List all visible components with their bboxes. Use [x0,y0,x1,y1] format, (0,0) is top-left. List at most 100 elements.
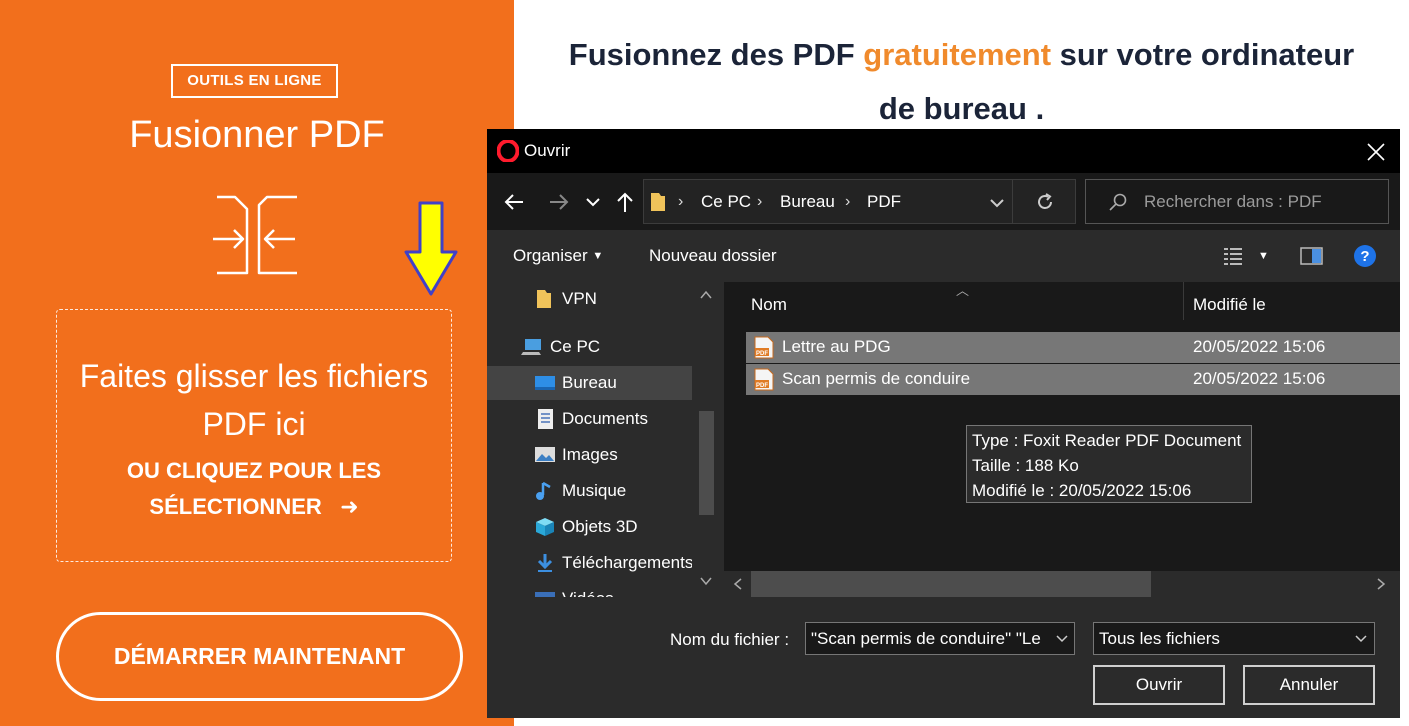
sidebar-item-downloads[interactable]: Téléchargements [487,546,693,580]
refresh-button[interactable] [1012,179,1076,224]
select-files-text-2: SÉLECTIONNER ➜ [57,489,451,525]
sidebar-item-documents[interactable]: Documents [487,402,692,436]
scroll-right-icon[interactable] [1374,577,1388,591]
down-arrow-icon [404,201,458,296]
column-header-name[interactable]: Nom [751,282,787,328]
cancel-button[interactable]: Annuler [1243,665,1375,705]
organize-menu[interactable]: Organiser ▼ [513,246,603,266]
search-input[interactable] [1144,180,1380,223]
sidebar-item-label: Vidéos [562,589,614,597]
breadcrumb-this-pc[interactable]: Ce PC [701,192,751,212]
scrollbar-thumb[interactable] [751,571,1151,597]
file-row[interactable]: PDF Lettre au PDG 20/05/2022 15:06 [746,332,1400,363]
file-modified: 20/05/2022 15:06 [1193,369,1326,388]
sidebar-item-label: VPN [562,289,597,308]
tooltip-type: Type : Foxit Reader PDF Document [972,431,1242,450]
navigation-bar: › Ce PC › Bureau › PDF [487,173,1400,230]
page-headline: Fusionnez des PDF gratuitement sur votre… [514,28,1409,136]
scrollbar-thumb[interactable] [699,411,714,515]
scroll-down-icon[interactable] [699,574,713,588]
breadcrumb-desktop[interactable]: Bureau [780,192,835,212]
back-arrow-icon[interactable] [502,190,526,214]
scroll-left-icon[interactable] [731,577,745,591]
dropdown-caret-icon: ▼ [592,250,604,262]
start-now-button[interactable]: DÉMARRER MAINTENANT [56,612,463,701]
filetype-select[interactable]: Tous les fichiers [1093,622,1375,655]
file-name: Lettre au PDG [782,337,891,356]
up-arrow-icon[interactable] [613,190,637,214]
file-row[interactable]: PDF Scan permis de conduire 20/05/2022 1… [746,364,1400,395]
view-details-icon[interactable] [1223,245,1245,267]
chevron-down-icon[interactable] [988,194,1006,212]
desktop-icon [535,376,555,390]
new-folder-button[interactable]: Nouveau dossier [649,246,777,266]
navigation-pane: VPN Ce PC Bureau Documents Images Musiqu… [487,282,719,597]
download-icon [537,554,553,572]
organize-label: Organiser [513,246,588,265]
sidebar-item-videos[interactable]: Vidéos [487,582,692,597]
select-files-label: SÉLECTIONNER [149,494,322,519]
breadcrumb-separator-icon: › [757,193,763,210]
preview-pane-icon[interactable] [1300,245,1324,267]
filename-input[interactable]: "Scan permis de conduire" "Le [805,622,1075,655]
sidebar-item-label: Musique [562,481,627,500]
headline-line1: Fusionnez des PDF gratuitement sur votre… [514,28,1409,82]
sidebar-item-3d-objects[interactable]: Objets 3D [487,510,692,544]
dialog-title: Ouvrir [524,141,571,160]
sidebar-item-vpn[interactable]: VPN [487,282,692,316]
drop-text-2: PDF ici [202,406,306,442]
folder-icon [537,290,551,308]
merge-icon [213,195,297,275]
drop-zone[interactable]: Faites glisser les fichiers PDF ici OU C… [56,309,452,562]
cube-icon [536,518,554,536]
music-icon [536,481,551,500]
filetype-value: Tous les fichiers [1099,629,1220,648]
file-tooltip: Type : Foxit Reader PDF Document Taille … [966,425,1252,503]
folder-icon [651,193,665,211]
sidebar-item-this-pc[interactable]: Ce PC [487,330,692,364]
pdf-file-icon: PDF [754,368,774,391]
select-files-link[interactable]: OU CLIQUEZ POUR LES SÉLECTIONNER ➜ [57,453,451,525]
scroll-up-icon[interactable] [699,288,713,302]
sidebar-item-images[interactable]: Images [487,438,692,472]
arrow-right-icon: ➜ [340,494,359,519]
dialog-titlebar[interactable]: Ouvrir [487,129,1400,173]
address-bar[interactable]: › Ce PC › Bureau › PDF [643,179,1073,224]
column-header-modified[interactable]: Modifié le [1193,282,1266,328]
refresh-icon [1038,193,1052,209]
breadcrumb-separator-icon: › [845,193,851,210]
sidebar-item-label: Documents [562,409,648,428]
headline-part1: Fusionnez des PDF [568,37,864,72]
sidebar-item-label: Images [562,445,618,464]
sidebar-item-label: Bureau [562,373,617,392]
video-icon [535,592,555,597]
open-file-dialog: Ouvrir › Ce PC › Bureau › PDF Rechercher… [487,129,1400,718]
command-bar: Organiser ▼ Nouveau dossier ▼ ? [487,230,1400,282]
view-options-caret-icon[interactable]: ▼ [1258,250,1269,262]
svg-text:PDF: PDF [756,351,768,357]
file-list-scrollbar[interactable] [724,571,1400,597]
sort-indicator-icon: ︿ [956,283,970,298]
chevron-down-icon [1355,635,1367,643]
column-divider[interactable] [1183,282,1184,320]
help-icon[interactable]: ? [1353,244,1377,268]
sidebar-item-desktop[interactable]: Bureau [487,366,692,400]
images-icon [535,447,555,462]
recent-locations-chevron-icon[interactable] [584,193,602,211]
dialog-footer: Nom du fichier : "Scan permis de conduir… [487,597,1400,718]
open-button[interactable]: Ouvrir [1093,665,1225,705]
breadcrumb-pdf[interactable]: PDF [867,192,901,212]
panel-title: Fusionner PDF [129,114,385,156]
sidebar-item-label: Ce PC [550,337,601,356]
forward-arrow-icon[interactable] [547,190,571,214]
search-icon [1109,193,1127,211]
chevron-down-icon[interactable] [1054,631,1070,647]
close-icon[interactable] [1365,141,1387,163]
search-box[interactable] [1085,179,1389,224]
navigation-scrollbar[interactable] [692,282,719,597]
select-files-text-1: OU CLIQUEZ POUR LES [126,458,382,483]
headline-part2: sur votre ordinateur [1051,37,1355,72]
headline-accent: gratuitement [863,37,1052,72]
sidebar-item-music[interactable]: Musique [487,474,692,508]
opera-icon [497,140,519,162]
